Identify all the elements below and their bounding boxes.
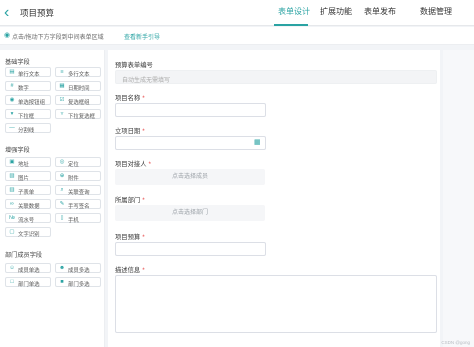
palette-item-divider[interactable]: — 分割线 (5, 123, 51, 134)
divider-icon: — (9, 125, 15, 131)
palette-item-phone[interactable]: ▯ 手机 (55, 213, 101, 224)
palette-item-location[interactable]: ◎ 定位 (55, 157, 101, 168)
back-chevron-icon[interactable]: ‹ (4, 3, 18, 23)
contact-member-picker[interactable]: 点击选择成员 (115, 169, 265, 185)
group-title-members: 部门成员字段 (5, 252, 43, 259)
palette-item-subform[interactable]: ▥ 子表单 (5, 185, 51, 196)
top-bar: ‹ 项目预算 表单设计 扩展功能 表单发布 数据管理 (0, 0, 474, 26)
image-icon: ▧ (9, 173, 15, 179)
multi-dropdown-icon: ▿ (60, 111, 64, 117)
link-query-icon: ⌕ (60, 187, 64, 193)
palette-item-checkbox[interactable]: ☑ 复选框组 (55, 95, 101, 106)
attachment-icon: ⊕ (59, 173, 65, 179)
field-label-project-name: 项目名称 * (115, 95, 145, 102)
field-label-description: 描述信息 * (115, 267, 145, 274)
hint-bar: ◉ 点击/拖动下方字段到中间表单区域 查看新手引导 (0, 27, 474, 45)
member-multi-icon: ☻ (59, 265, 65, 271)
palette-item-member-single[interactable]: ☺ 成员单选 (5, 263, 51, 274)
description-textarea[interactable] (115, 275, 437, 333)
palette-item-datetime[interactable]: ▦ 日期时间 (55, 81, 101, 92)
field-label-start-date: 立项日期 * (115, 128, 145, 135)
form-canvas[interactable]: 预算表单编号 自动生成无需填写 项目名称 * 立项日期 * ▦ 项目对接人 * 点击选… (108, 50, 440, 347)
location-icon: ◎ (59, 159, 65, 165)
tab-extensions[interactable]: 扩展功能 (320, 6, 352, 17)
field-label-department: 所属部门 * (115, 197, 145, 204)
palette-item-attachment[interactable]: ⊕ 附件 (55, 171, 101, 182)
palette-item-address[interactable]: ▣ 地址 (5, 157, 51, 168)
serial-icon: № (9, 215, 15, 221)
signature-icon: ✎ (59, 201, 65, 207)
multi-line-icon: ≡ (60, 69, 64, 75)
phone-icon: ▯ (60, 215, 64, 221)
palette-item-link-query[interactable]: ⌕ 关联查询 (55, 185, 101, 196)
address-icon: ▣ (9, 159, 15, 165)
single-line-icon: ▤ (9, 69, 15, 75)
active-tab-indicator (274, 24, 308, 26)
tab-publish[interactable]: 表单发布 (364, 6, 396, 17)
palette-item-single-line[interactable]: ▤ 单行文本 (5, 67, 51, 78)
ocr-icon: ▢ (9, 229, 15, 235)
palette-item-number[interactable]: # 数字 (5, 81, 51, 92)
palette-item-serial[interactable]: № 流水号 (5, 213, 51, 224)
dept-single-icon: □ (10, 279, 14, 285)
subform-icon: ▥ (9, 187, 15, 193)
number-icon: # (10, 83, 14, 89)
hint-text: 点击/拖动下方字段到中间表单区域 (12, 35, 104, 41)
right-panel (443, 50, 474, 347)
field-label-budget-no: 预算表单编号 (115, 62, 153, 69)
palette-item-link-data[interactable]: ∞ 关联数据 (5, 199, 51, 210)
project-name-input[interactable] (115, 103, 266, 117)
member-single-icon: ☺ (9, 265, 15, 271)
link-data-icon: ∞ (10, 201, 14, 207)
pin-icon: ◉ (4, 32, 11, 39)
field-label-contact: 项目对接人 * (115, 161, 151, 168)
dept-multi-icon: ■ (60, 279, 64, 285)
palette-item-member-multi[interactable]: ☻ 成员多选 (55, 263, 101, 274)
checkbox-icon: ☑ (59, 97, 65, 103)
calendar-icon[interactable]: ▦ (254, 139, 262, 147)
palette-item-radio[interactable]: ◉ 单选按钮组 (5, 95, 51, 106)
palette-item-multi-dropdown[interactable]: ▿ 下拉复选框 (55, 109, 101, 120)
field-palette: 基础字段 ▤ 单行文本 ≡ 多行文本 # 数字 ▦ 日期时间 ◉ 单选按钮组 ☑ 复选框组 … (0, 50, 105, 347)
group-title-basic: 基础字段 (5, 59, 30, 66)
dropdown-icon: ▾ (10, 111, 14, 117)
start-date-input[interactable]: ▦ (115, 136, 266, 150)
page-title: 项目预算 (20, 8, 55, 18)
palette-item-multi-line[interactable]: ≡ 多行文本 (55, 67, 101, 78)
palette-item-dept-multi[interactable]: ■ 部门多选 (55, 277, 101, 288)
radio-icon: ◉ (9, 97, 15, 103)
palette-item-ocr[interactable]: ▢ 文字识别 (5, 227, 51, 238)
tab-data-management[interactable]: 数据管理 (420, 6, 452, 17)
field-label-budget: 项目预算 * (115, 234, 145, 241)
budget-no-input: 自动生成无需填写 (115, 70, 437, 84)
palette-item-image[interactable]: ▧ 图片 (5, 171, 51, 182)
watermark: CSDN @gong (441, 340, 470, 345)
budget-input[interactable] (115, 242, 266, 256)
department-picker[interactable]: 点击选择部门 (115, 205, 265, 221)
guide-link[interactable]: 查看新手引导 (124, 32, 160, 41)
palette-item-dept-single[interactable]: □ 部门单选 (5, 277, 51, 288)
group-title-enhanced: 增强字段 (5, 147, 30, 154)
datetime-icon: ▦ (59, 83, 65, 89)
palette-item-signature[interactable]: ✎ 手写签名 (55, 199, 101, 210)
palette-item-dropdown[interactable]: ▾ 下拉框 (5, 109, 51, 120)
tab-form-design[interactable]: 表单设计 (278, 6, 310, 17)
